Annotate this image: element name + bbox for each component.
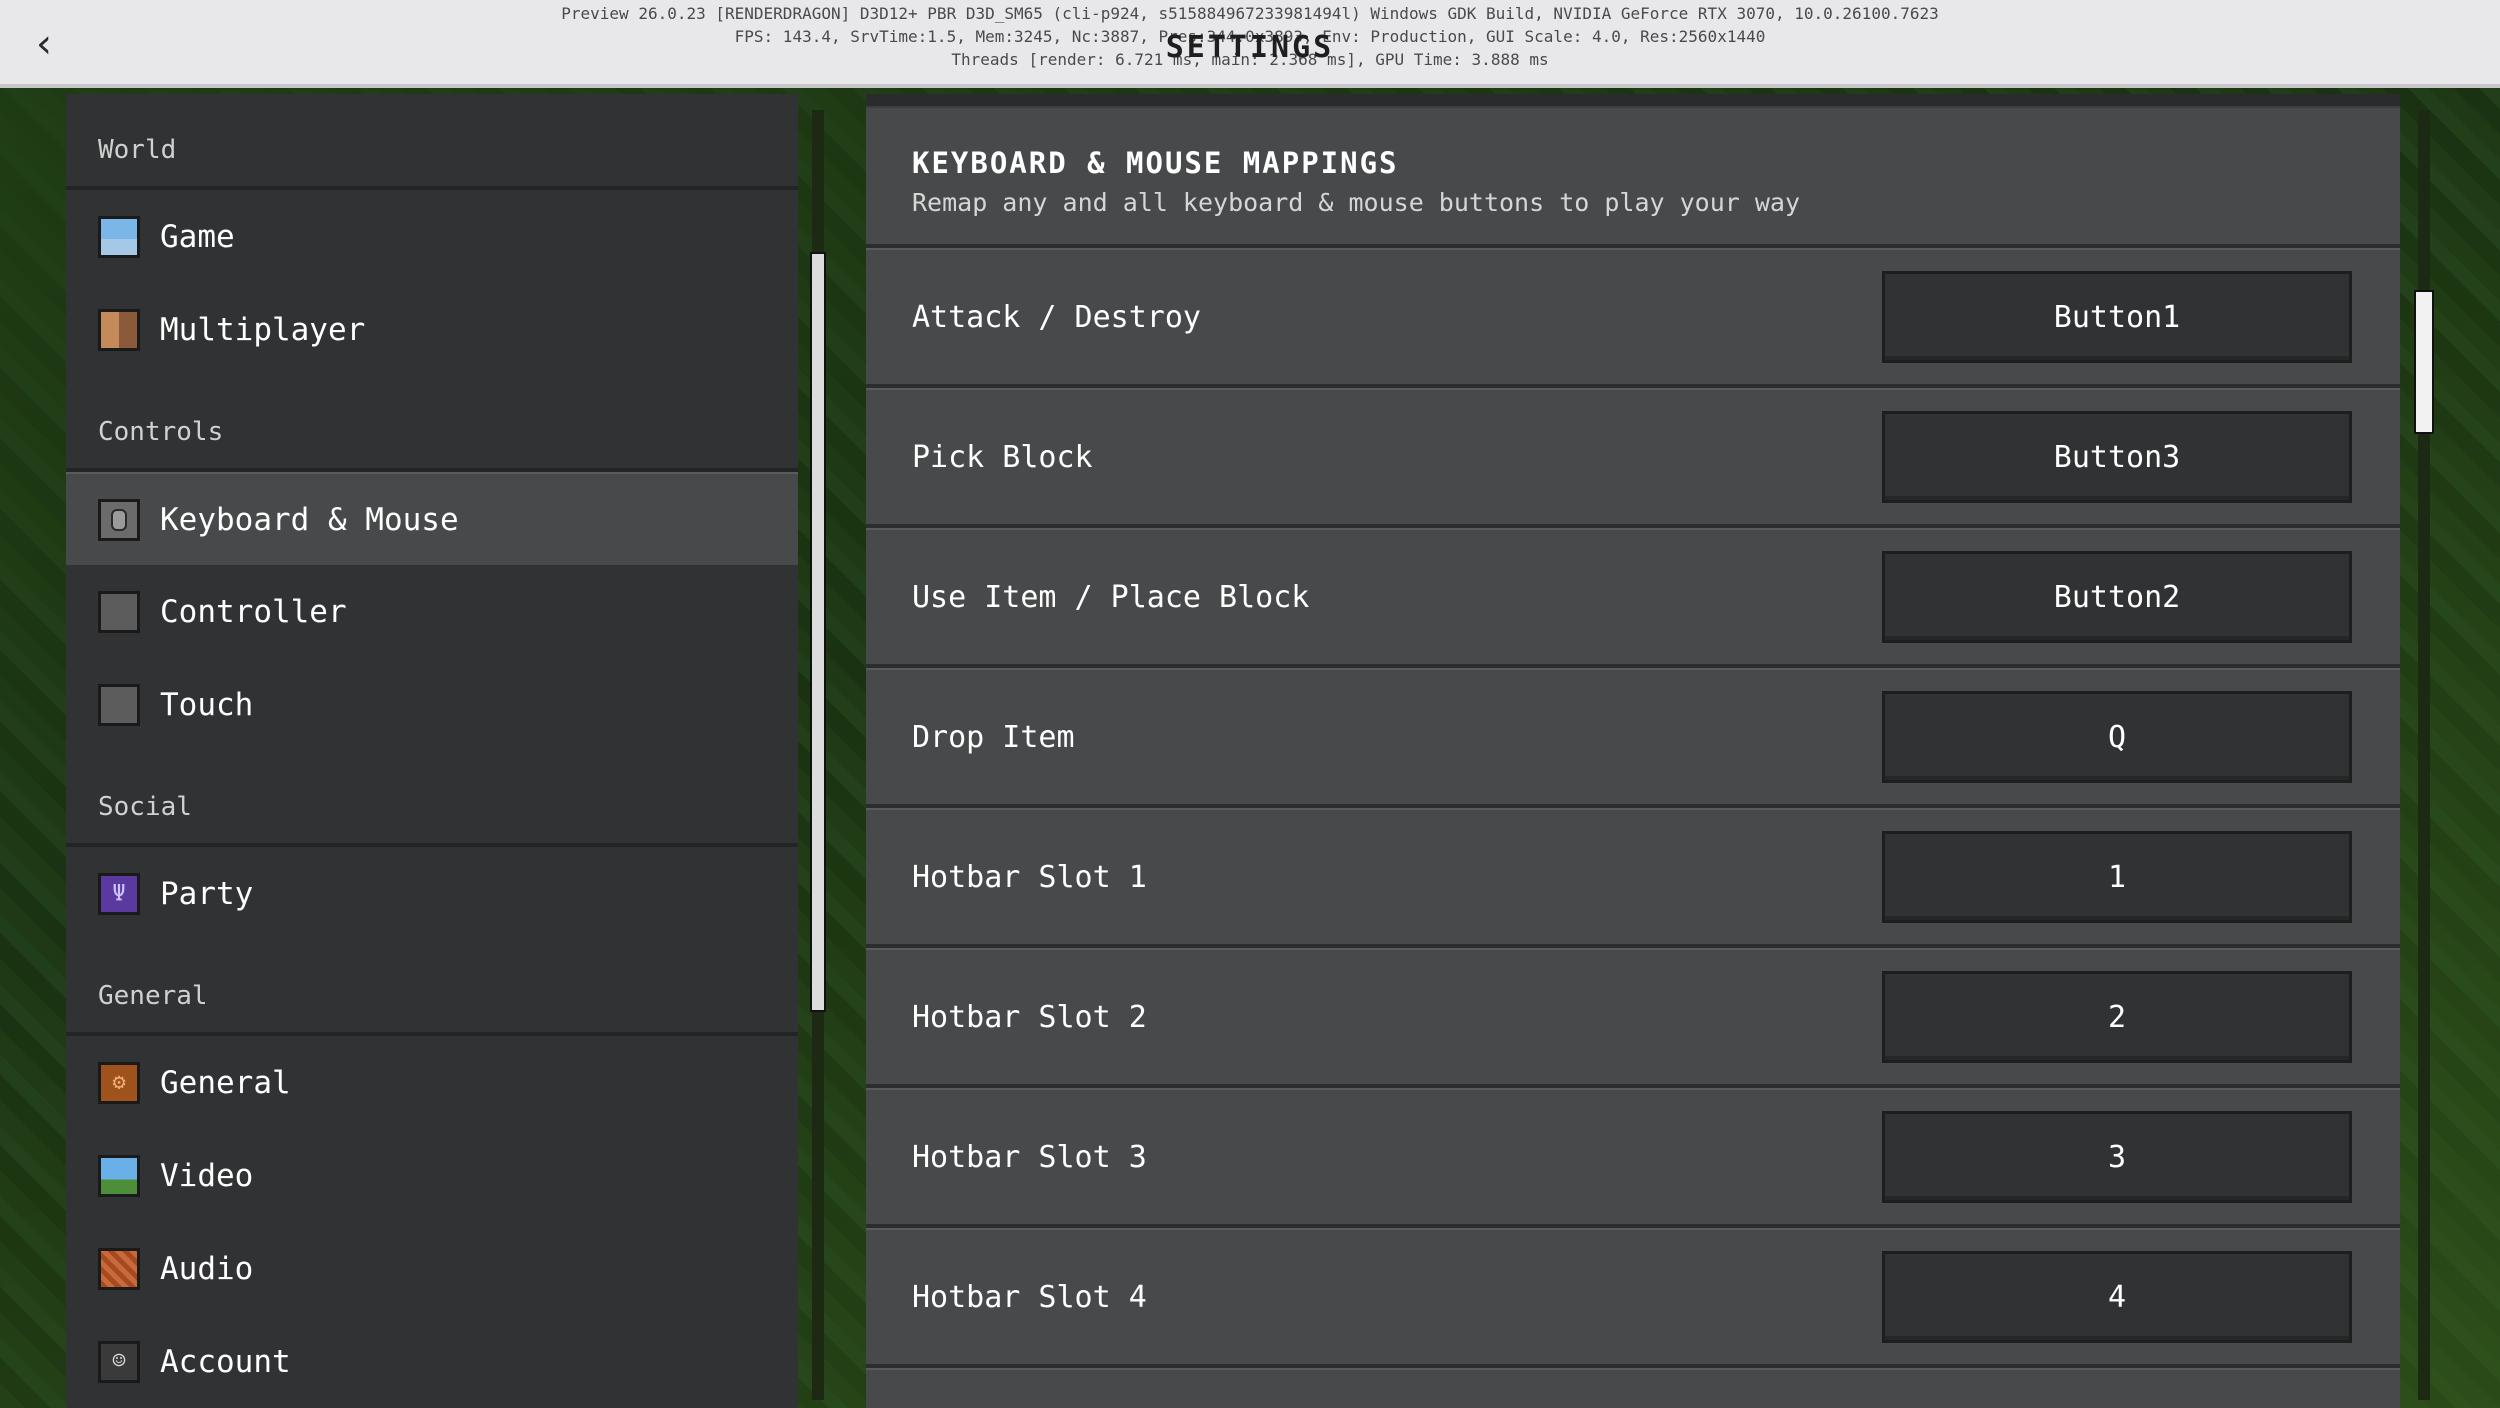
sidebar-item-label: Keyboard & Mouse xyxy=(160,501,459,538)
game-icon xyxy=(98,215,140,258)
controller-icon xyxy=(98,590,140,633)
sidebar-item-label: General xyxy=(160,1064,291,1101)
sidebar-section-controls: Controls xyxy=(66,376,798,472)
debug-line: Preview 26.0.23 [RENDERDRAGON] D3D12+ PB… xyxy=(561,4,1939,23)
sidebar-item-label: Touch xyxy=(160,686,254,723)
sidebar-item-label: Account xyxy=(160,1343,291,1380)
sidebar-item-touch[interactable]: Touch xyxy=(66,658,798,751)
settings-sidebar: World Game Multiplayer Controls Keyboard… xyxy=(66,94,798,1408)
sidebar-item-label: Audio xyxy=(160,1250,254,1287)
sidebar-item-account[interactable]: ☺ Account xyxy=(66,1315,798,1408)
sidebar-item-label: Game xyxy=(160,218,235,255)
mapping-row: Hotbar Slot 3 3 xyxy=(866,1088,2400,1228)
key-binding-button[interactable]: Q xyxy=(1882,691,2352,783)
mapping-action-label: Pick Block xyxy=(912,439,1093,475)
key-binding-button[interactable]: 2 xyxy=(1882,971,2352,1063)
sidebar-section-social: Social xyxy=(66,751,798,847)
party-icon: Ψ xyxy=(98,872,140,915)
sidebar-item-multiplayer[interactable]: Multiplayer xyxy=(66,283,798,376)
section-subtitle: Remap any and all keyboard & mouse butto… xyxy=(912,188,1801,217)
mouse-icon xyxy=(98,498,140,541)
audio-icon xyxy=(98,1247,140,1290)
mapping-row: Drop Item Q xyxy=(866,668,2400,808)
multiplayer-icon xyxy=(98,308,140,351)
mapping-row: Hotbar Slot 1 1 xyxy=(866,808,2400,948)
sidebar-item-party[interactable]: Ψ Party xyxy=(66,847,798,940)
content-scrollbar-thumb[interactable] xyxy=(2414,290,2434,434)
mapping-row-partial xyxy=(866,1368,2400,1408)
section-title: KEYBOARD & MOUSE MAPPINGS xyxy=(912,146,1399,180)
key-binding-button[interactable]: Button3 xyxy=(1882,411,2352,503)
touch-icon xyxy=(98,683,140,726)
sidebar-item-label: Controller xyxy=(160,593,347,630)
sidebar-item-label: Party xyxy=(160,875,254,912)
key-binding-button[interactable]: Button1 xyxy=(1882,271,2352,363)
sidebar-item-general[interactable]: ⚙ General xyxy=(66,1036,798,1129)
sidebar-section-world: World xyxy=(66,94,798,190)
sidebar-item-label: Multiplayer xyxy=(160,311,366,348)
mapping-row: Use Item / Place Block Button2 xyxy=(866,528,2400,668)
key-binding-button[interactable]: Button2 xyxy=(1882,551,2352,643)
mapping-action-label: Hotbar Slot 4 xyxy=(912,1279,1147,1315)
key-binding-button[interactable]: 1 xyxy=(1882,831,2352,923)
settings-content: KEYBOARD & MOUSE MAPPINGS Remap any and … xyxy=(866,94,2400,1408)
sidebar-item-controller[interactable]: Controller xyxy=(66,565,798,658)
content-top-edge xyxy=(866,94,2400,108)
gear-icon: ⚙ xyxy=(98,1061,140,1104)
mapping-row: Pick Block Button3 xyxy=(866,388,2400,528)
sidebar-item-video[interactable]: Video xyxy=(66,1129,798,1222)
mapping-action-label: Hotbar Slot 3 xyxy=(912,1139,1147,1175)
mapping-action-label: Hotbar Slot 2 xyxy=(912,999,1147,1035)
mapping-row: Hotbar Slot 4 4 xyxy=(866,1228,2400,1368)
account-icon: ☺ xyxy=(98,1340,140,1383)
sidebar-section-general: General xyxy=(66,940,798,1036)
sidebar-item-keyboard-mouse[interactable]: Keyboard & Mouse xyxy=(66,472,798,565)
sidebar-item-label: Video xyxy=(160,1157,254,1194)
page-title: SETTINGS xyxy=(1165,30,1335,65)
sidebar-item-game[interactable]: Game xyxy=(66,190,798,283)
mapping-action-label: Drop Item xyxy=(912,719,1075,755)
mappings-section-header: KEYBOARD & MOUSE MAPPINGS Remap any and … xyxy=(866,108,2400,248)
key-binding-button[interactable]: 4 xyxy=(1882,1251,2352,1343)
mapping-row: Attack / Destroy Button1 xyxy=(866,248,2400,388)
sidebar-scrollbar-thumb[interactable] xyxy=(810,252,826,1012)
settings-header: Preview 26.0.23 [RENDERDRAGON] D3D12+ PB… xyxy=(0,0,2500,88)
sidebar-item-audio[interactable]: Audio xyxy=(66,1222,798,1315)
mapping-action-label: Use Item / Place Block xyxy=(912,579,1310,615)
video-icon xyxy=(98,1154,140,1197)
mapping-action-label: Hotbar Slot 1 xyxy=(912,859,1147,895)
key-binding-button[interactable]: 3 xyxy=(1882,1111,2352,1203)
mapping-action-label: Attack / Destroy xyxy=(912,299,1201,335)
mapping-row: Hotbar Slot 2 2 xyxy=(866,948,2400,1088)
